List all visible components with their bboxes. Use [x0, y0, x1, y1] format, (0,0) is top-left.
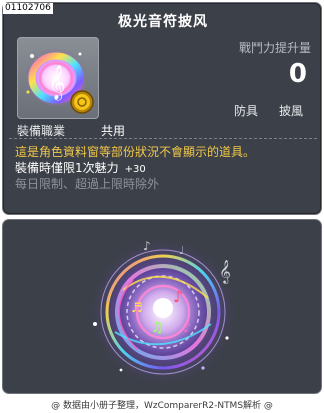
- item-description: 這是角色資料窗等部份狀況不會顯示的道具。: [15, 145, 256, 159]
- equip-limit-row: 裝備時僅限1次魅力 +30: [15, 159, 146, 176]
- item-name: 极光音符披风: [118, 14, 208, 30]
- footer-credit: @ 数据由小册子整理，WzComparerR2-NTMS解析 @: [51, 401, 273, 411]
- svg-text:♩: ♩: [179, 244, 184, 257]
- combat-power-value: 0: [288, 59, 307, 89]
- section-divider: [9, 138, 317, 139]
- item-tooltip: 01102706 极光音符披风 𝄞 戰鬥力提升量 0 防具 披風 裝備職業 共用…: [2, 2, 322, 215]
- page-root: 01102706 极光音符披风 𝄞 戰鬥力提升量 0 防具 披風 裝備職業 共用…: [0, 0, 324, 413]
- charm-bonus: +30: [124, 164, 146, 175]
- svg-text:𝄞: 𝄞: [219, 259, 231, 284]
- svg-text:𝄞: 𝄞: [48, 65, 66, 101]
- required-job-label: 裝備職業: [17, 124, 66, 138]
- svg-text:♫: ♫: [151, 320, 164, 336]
- combat-power-label: 戰鬥力提升量: [238, 41, 311, 55]
- effect-preview-panel: ♪ ♫ ♪ ♬ 𝄞 ♪ ♩: [2, 219, 322, 394]
- aurora-note-cape-icon: 𝄞: [24, 48, 94, 114]
- required-job-value: 共用: [101, 124, 126, 138]
- svg-text:♪: ♪: [143, 239, 151, 253]
- item-icon-frame: 𝄞: [17, 37, 99, 119]
- category-tag-cape: 披風: [279, 104, 304, 118]
- svg-text:♪: ♪: [173, 287, 183, 306]
- daily-limit-text: 每日限制、超過上限時除外: [15, 177, 160, 191]
- category-tag-armor: 防具: [234, 104, 259, 118]
- equip-limit-text: 裝備時僅限1次魅力: [15, 161, 119, 175]
- aurora-note-effect-preview: ♪ ♫ ♪ ♬ 𝄞 ♪ ♩: [85, 234, 241, 390]
- svg-text:♪: ♪: [183, 321, 191, 336]
- svg-text:♬: ♬: [131, 301, 143, 316]
